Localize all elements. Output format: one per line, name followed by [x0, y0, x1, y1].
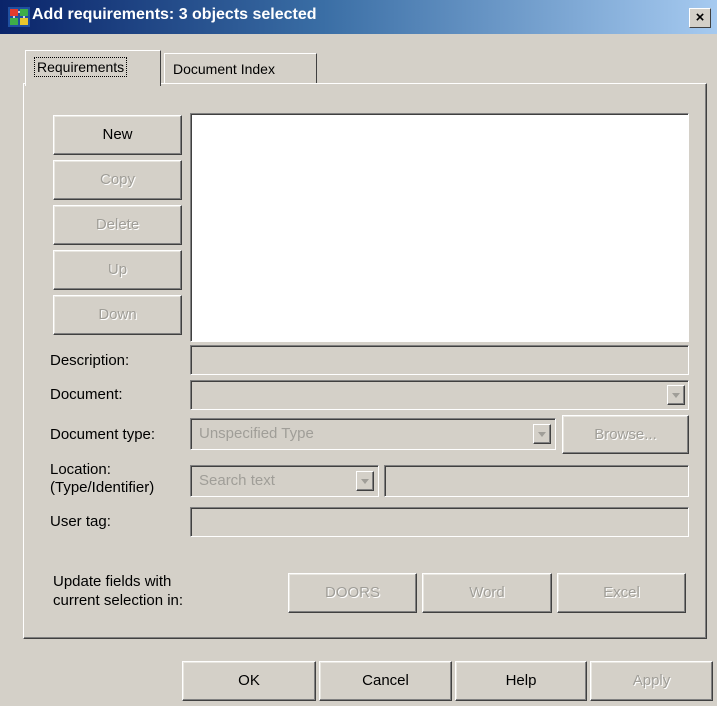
update-label-line1: Update fields with: [53, 573, 172, 590]
browse-button[interactable]: Browse...: [562, 415, 689, 454]
new-button[interactable]: New: [53, 115, 182, 155]
location-label-line1: Location:: [50, 461, 111, 478]
title-bar[interactable]: Add requirements: 3 objects selected ×: [0, 0, 717, 34]
description-field[interactable]: [190, 345, 689, 375]
down-button[interactable]: Down: [53, 295, 182, 335]
document-label: Document:: [50, 386, 123, 403]
document-combo[interactable]: [190, 380, 689, 410]
location-label: Location: (Type/Identifier): [50, 461, 154, 497]
user-tag-label: User tag:: [50, 513, 111, 530]
location-identifier-field[interactable]: [384, 465, 689, 497]
document-type-label: Document type:: [50, 426, 156, 443]
document-type-combo[interactable]: Unspecified Type: [190, 418, 556, 450]
tab-requirements[interactable]: Requirements: [25, 50, 161, 86]
tab-label: Requirements: [34, 57, 128, 77]
document-value: [191, 387, 199, 404]
location-type-value: Search text: [199, 472, 275, 489]
requirements-list[interactable]: [190, 113, 689, 342]
window-title: Add requirements: 3 objects selected: [32, 6, 317, 23]
apply-button[interactable]: Apply: [590, 661, 713, 701]
up-button[interactable]: Up: [53, 250, 182, 290]
close-button[interactable]: ×: [689, 8, 711, 28]
chevron-down-icon[interactable]: [667, 385, 685, 405]
chevron-down-icon[interactable]: [356, 471, 374, 491]
ok-button[interactable]: OK: [182, 661, 316, 701]
location-type-combo[interactable]: Search text: [190, 465, 379, 497]
doors-button[interactable]: DOORS: [288, 573, 417, 613]
word-button[interactable]: Word: [422, 573, 552, 613]
user-tag-value: [191, 514, 199, 531]
chevron-down-icon[interactable]: [533, 424, 551, 444]
location-identifier-value: [385, 472, 393, 489]
location-label-line2: (Type/Identifier): [50, 479, 155, 496]
help-button[interactable]: Help: [455, 661, 587, 701]
description-label: Description:: [50, 352, 130, 369]
delete-button[interactable]: Delete: [53, 205, 182, 245]
description-value: [191, 352, 199, 369]
user-tag-field[interactable]: [190, 507, 689, 537]
copy-button[interactable]: Copy: [53, 160, 182, 200]
document-type-value: Unspecified Type: [199, 425, 314, 442]
update-fields-label: Update fields with current selection in:: [53, 572, 183, 610]
app-icon: [8, 7, 30, 27]
excel-button[interactable]: Excel: [557, 573, 686, 613]
update-label-line2: current selection in:: [53, 592, 184, 609]
tab-document-index[interactable]: Document Index: [164, 53, 317, 84]
tab-label: Document Index: [173, 61, 275, 77]
cancel-button[interactable]: Cancel: [319, 661, 452, 701]
